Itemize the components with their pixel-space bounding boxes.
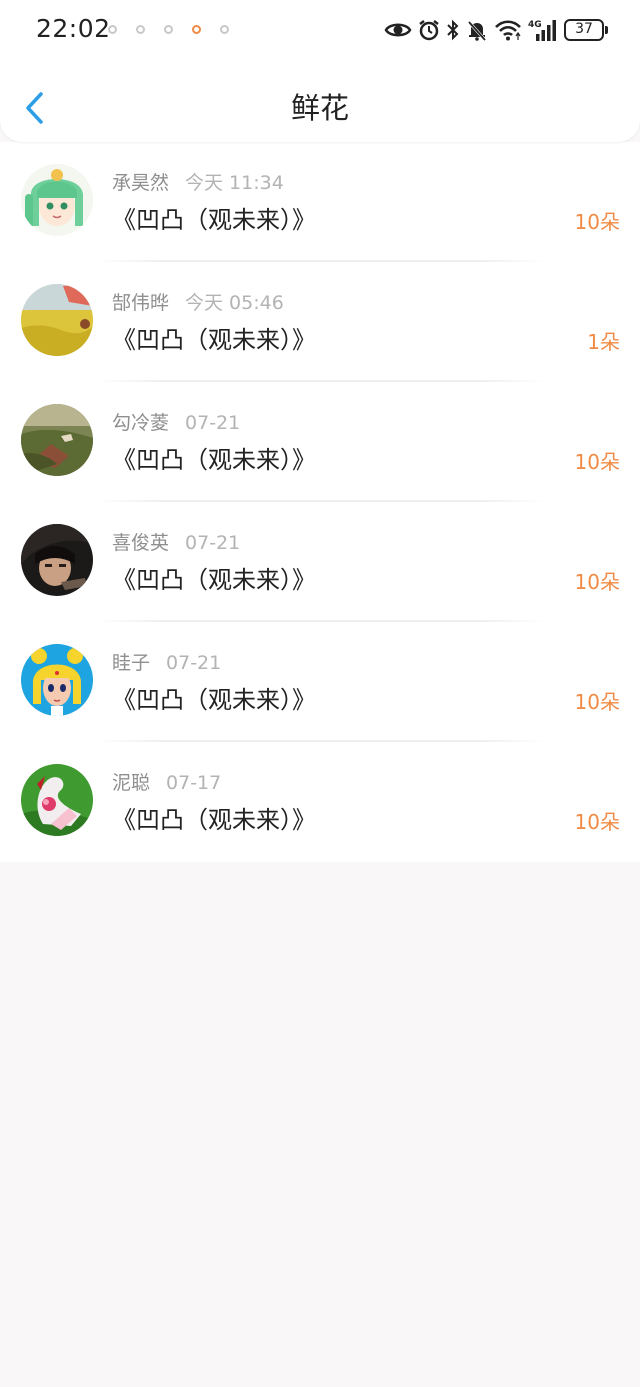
book-title: 《凹凸（观未来）》 [112,206,316,234]
mute-bell-icon [467,21,487,41]
flower-list: 承昊然 今天 11:34 《凹凸（观未来）》 10朵 郜伟晔 今天 05:46 《凹… [0,142,640,862]
page-title: 鲜花 [290,91,349,125]
send-time: 今天 05:46 [185,292,284,314]
notification-dot-icon [192,25,201,34]
bluetooth-icon [447,19,459,41]
sender-name: 泥聪 07-17 [112,768,221,795]
avatar[interactable] [21,524,93,596]
list-item[interactable]: 眭子 07-21 《凹凸（观未来）》 10朵 [0,622,640,742]
avatar[interactable] [21,284,93,356]
avatar[interactable] [21,644,93,716]
alarm-icon [419,20,439,41]
list-item[interactable]: 泥聪 07-17 《凹凸（观未来）》 10朵 [0,742,640,862]
sender-name: 眭子 07-21 [112,648,221,675]
send-time: 07-21 [185,412,241,434]
sender-name-text: 泥聪 [112,772,151,794]
flower-count: 10朵 [574,810,620,834]
list-item[interactable]: 承昊然 今天 11:34 《凹凸（观未来）》 10朵 [0,142,640,262]
flower-count: 1朵 [587,330,620,354]
avatar[interactable] [21,404,93,476]
back-icon [26,92,43,124]
list-item[interactable]: 喜俊英 07-21 《凹凸（观未来）》 10朵 [0,502,640,622]
list-item[interactable]: 郜伟晔 今天 05:46 《凹凸（观未来）》 1朵 [0,262,640,382]
sender-name-text: 勾冷菱 [112,412,170,434]
book-title: 《凹凸（观未来）》 [112,686,316,714]
sender-name: 喜俊英 07-21 [112,528,240,555]
flower-count: 10朵 [574,210,620,234]
book-title: 《凹凸（观未来）》 [112,326,316,354]
notification-dot-icon [164,25,173,34]
sender-name: 承昊然 今天 11:34 [112,168,284,195]
status-icons: 4G 37 [384,14,608,46]
sender-name-text: 承昊然 [112,172,170,194]
status-bar: 22:02 4G 37 [0,0,640,60]
list-item[interactable]: 勾冷菱 07-21 《凹凸（观未来）》 10朵 [0,382,640,502]
top-bar: 22:02 4G 37 鲜花 [0,0,640,142]
sender-name-text: 郜伟晔 [112,292,170,314]
notification-dot-icon [220,25,229,34]
book-title: 《凹凸（观未来）》 [112,566,316,594]
book-title: 《凹凸（观未来）》 [112,446,316,474]
send-time: 07-17 [166,772,222,794]
signal-icon: 4G [528,20,556,41]
sender-name: 勾冷菱 07-21 [112,408,240,435]
send-time: 今天 11:34 [185,172,284,194]
flower-count: 10朵 [574,570,620,594]
battery-icon: 37 [564,19,608,41]
eye-icon [384,23,412,37]
book-title: 《凹凸（观未来）》 [112,806,316,834]
wifi-icon [495,20,521,41]
notification-dot-icon [136,25,145,34]
status-time: 22:02 [36,14,111,43]
flower-count: 10朵 [574,450,620,474]
avatar[interactable] [21,764,93,836]
network-type-label: 4G [528,20,542,30]
send-time: 07-21 [166,652,222,674]
flower-count: 10朵 [574,690,620,714]
avatar[interactable] [21,164,93,236]
sender-name-text: 眭子 [112,652,151,674]
sender-name-text: 喜俊英 [112,532,170,554]
back-button[interactable] [18,86,52,130]
notification-dot-icon [108,25,117,34]
sender-name: 郜伟晔 今天 05:46 [112,288,284,315]
send-time: 07-21 [185,532,241,554]
